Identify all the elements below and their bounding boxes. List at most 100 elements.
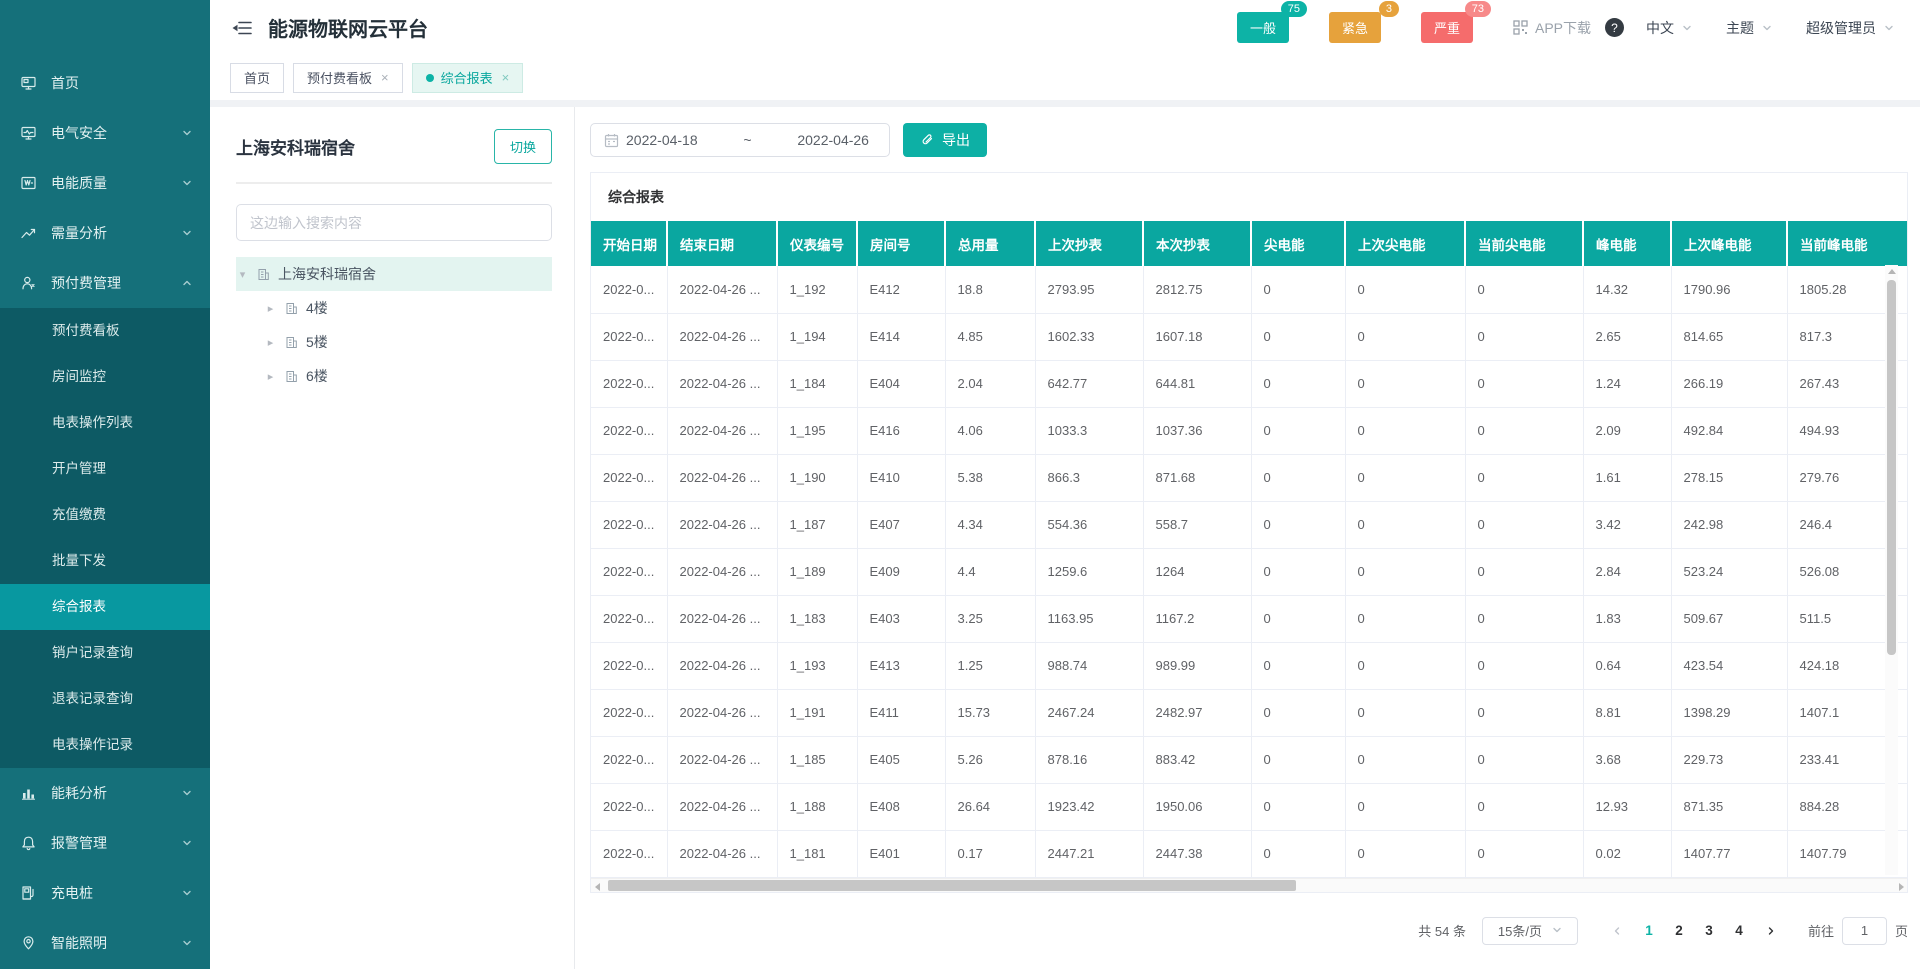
column-header-结束日期[interactable]: 结束日期 bbox=[667, 221, 777, 266]
tab-预付费看板[interactable]: 预付费看板× bbox=[293, 63, 403, 93]
sidebar-subitem-批量下发[interactable]: 批量下发 bbox=[0, 538, 210, 584]
page-number-3[interactable]: 3 bbox=[1694, 923, 1724, 938]
tab-综合报表[interactable]: 综合报表× bbox=[412, 63, 524, 93]
caret-right-icon[interactable]: ▸ bbox=[264, 336, 277, 349]
tree-node-label: 4楼 bbox=[306, 298, 328, 318]
scroll-up-icon[interactable] bbox=[1888, 269, 1896, 274]
table-cell: 0.64 bbox=[1583, 642, 1671, 689]
column-header-尖电能[interactable]: 尖电能 bbox=[1251, 221, 1345, 266]
page-number-2[interactable]: 2 bbox=[1664, 923, 1694, 938]
sidebar-subitem-综合报表[interactable]: 综合报表 bbox=[0, 584, 210, 630]
scroll-right-icon[interactable] bbox=[1899, 883, 1904, 891]
user-dropdown[interactable]: 超级管理员 bbox=[1806, 18, 1894, 38]
sidebar-subitem-开户管理[interactable]: 开户管理 bbox=[0, 446, 210, 492]
horizontal-scroll-thumb[interactable] bbox=[608, 880, 1296, 891]
table-row[interactable]: 2022-0...2022-04-26 ...1_185E4055.26878.… bbox=[591, 736, 1907, 783]
date-end[interactable]: 2022-04-26 bbox=[790, 132, 876, 148]
table-cell: 18.8 bbox=[945, 266, 1035, 313]
table-row[interactable]: 2022-0...2022-04-26 ...1_193E4131.25988.… bbox=[591, 642, 1907, 689]
page-size-select[interactable]: 15条/页 bbox=[1482, 917, 1578, 945]
column-header-房间号[interactable]: 房间号 bbox=[857, 221, 945, 266]
date-range-picker[interactable]: 2022-04-18 ~ 2022-04-26 bbox=[590, 123, 890, 157]
table-row[interactable]: 2022-0...2022-04-26 ...1_187E4074.34554.… bbox=[591, 501, 1907, 548]
sidebar-subitem-电表操作列表[interactable]: 电表操作列表 bbox=[0, 400, 210, 446]
column-header-本次抄表[interactable]: 本次抄表 bbox=[1143, 221, 1251, 266]
alarm-badge-严重[interactable]: 严重73 bbox=[1421, 12, 1473, 43]
scroll-left-icon[interactable] bbox=[595, 883, 600, 891]
column-header-上次尖电能[interactable]: 上次尖电能 bbox=[1345, 221, 1465, 266]
alarm-badge-一般[interactable]: 一般75 bbox=[1237, 12, 1289, 43]
close-icon[interactable]: × bbox=[502, 70, 510, 85]
tree-node-上海安科瑞宿舍[interactable]: ▾上海安科瑞宿舍 bbox=[236, 257, 552, 291]
tree-search-input[interactable] bbox=[236, 204, 552, 241]
sidebar-item-电气安全[interactable]: 电气安全 bbox=[0, 108, 210, 158]
table-row[interactable]: 2022-0...2022-04-26 ...1_192E41218.82793… bbox=[591, 266, 1907, 313]
column-header-当前峰电能[interactable]: 当前峰电能 bbox=[1787, 221, 1907, 266]
table-row[interactable]: 2022-0...2022-04-26 ...1_191E41115.73246… bbox=[591, 689, 1907, 736]
table-row[interactable]: 2022-0...2022-04-26 ...1_184E4042.04642.… bbox=[591, 360, 1907, 407]
help-icon[interactable]: ? bbox=[1605, 18, 1624, 37]
page-title: 能源物联网云平台 bbox=[268, 13, 428, 42]
close-icon[interactable]: × bbox=[381, 70, 389, 85]
table-row[interactable]: 2022-0...2022-04-26 ...1_190E4105.38866.… bbox=[591, 454, 1907, 501]
column-header-仪表编号[interactable]: 仪表编号 bbox=[777, 221, 857, 266]
column-header-上次峰电能[interactable]: 上次峰电能 bbox=[1671, 221, 1787, 266]
sidebar-item-充电桩[interactable]: 充电桩 bbox=[0, 868, 210, 918]
table-cell: 3.25 bbox=[945, 595, 1035, 642]
theme-dropdown[interactable]: 主题 bbox=[1726, 18, 1772, 38]
table-row[interactable]: 2022-0...2022-04-26 ...1_194E4144.851602… bbox=[591, 313, 1907, 360]
page-number-1[interactable]: 1 bbox=[1634, 923, 1664, 938]
column-header-总用量[interactable]: 总用量 bbox=[945, 221, 1035, 266]
sidebar-subitem-退表记录查询[interactable]: 退表记录查询 bbox=[0, 676, 210, 722]
column-header-上次抄表[interactable]: 上次抄表 bbox=[1035, 221, 1143, 266]
column-header-峰电能[interactable]: 峰电能 bbox=[1583, 221, 1671, 266]
table-row[interactable]: 2022-0...2022-04-26 ...1_181E4010.172447… bbox=[591, 830, 1907, 877]
table-row[interactable]: 2022-0...2022-04-26 ...1_188E40826.64192… bbox=[591, 783, 1907, 830]
table-cell: 0 bbox=[1465, 642, 1583, 689]
sidebar-subitem-房间监控[interactable]: 房间监控 bbox=[0, 354, 210, 400]
sidebar-item-预付费管理[interactable]: 预付费管理 bbox=[0, 258, 210, 308]
tab-首页[interactable]: 首页 bbox=[230, 63, 284, 93]
tree-node-6楼[interactable]: ▸6楼 bbox=[236, 359, 552, 393]
tree-node-4楼[interactable]: ▸ 4楼 bbox=[236, 291, 552, 325]
column-header-开始日期[interactable]: 开始日期 bbox=[591, 221, 667, 266]
sidebar-item-智能照明[interactable]: 智能照明 bbox=[0, 918, 210, 968]
building-tree: ▾上海安科瑞宿舍 ▸ 4楼 ▸5楼▸6楼 bbox=[236, 257, 552, 393]
language-dropdown[interactable]: 中文 bbox=[1646, 18, 1692, 38]
sidebar-item-报警管理[interactable]: 报警管理 bbox=[0, 818, 210, 868]
switch-button[interactable]: 切换 bbox=[494, 129, 552, 164]
app-download-link[interactable]: APP下载 bbox=[1513, 18, 1591, 38]
collapse-menu-icon[interactable] bbox=[232, 20, 252, 36]
caret-right-icon[interactable]: ▸ bbox=[264, 302, 277, 315]
sidebar-item-首页[interactable]: 首页 bbox=[0, 58, 210, 108]
next-page-button[interactable] bbox=[1760, 926, 1782, 936]
sidebar-item-电能质量[interactable]: 电能质量 bbox=[0, 158, 210, 208]
tree-node-5楼[interactable]: ▸5楼 bbox=[236, 325, 552, 359]
caret-right-icon[interactable]: ▸ bbox=[264, 370, 277, 383]
alarm-badge-紧急[interactable]: 紧急3 bbox=[1329, 12, 1381, 43]
page-number-4[interactable]: 4 bbox=[1724, 923, 1754, 938]
caret-down-icon[interactable]: ▾ bbox=[236, 268, 249, 281]
date-start[interactable]: 2022-04-18 bbox=[619, 132, 705, 148]
table-cell: E414 bbox=[857, 313, 945, 360]
smart-lighting-icon bbox=[20, 935, 38, 951]
sidebar-item-label: 报警管理 bbox=[51, 833, 107, 853]
vertical-scroll-thumb[interactable] bbox=[1887, 280, 1896, 655]
horizontal-scrollbar[interactable] bbox=[591, 878, 1907, 892]
sidebar-subitem-电表操作记录[interactable]: 电表操作记录 bbox=[0, 722, 210, 768]
sidebar-item-需量分析[interactable]: 需量分析 bbox=[0, 208, 210, 258]
table-row[interactable]: 2022-0...2022-04-26 ...1_195E4164.061033… bbox=[591, 407, 1907, 454]
prev-page-button[interactable] bbox=[1606, 926, 1628, 936]
main-region: 能源物联网云平台 一般75 紧急3 严重73 APP下载 ? 中文 主题 超级管理员 bbox=[210, 0, 1920, 969]
goto-page-input[interactable] bbox=[1842, 917, 1887, 945]
table-row[interactable]: 2022-0...2022-04-26 ...1_189E4094.41259.… bbox=[591, 548, 1907, 595]
sidebar-subitem-销户记录查询[interactable]: 销户记录查询 bbox=[0, 630, 210, 676]
table-cell: 2022-0... bbox=[591, 830, 667, 877]
sidebar-subitem-充值缴费[interactable]: 充值缴费 bbox=[0, 492, 210, 538]
sidebar-subitem-预付费看板[interactable]: 预付费看板 bbox=[0, 308, 210, 354]
table-row[interactable]: 2022-0...2022-04-26 ...1_183E4033.251163… bbox=[591, 595, 1907, 642]
column-header-当前尖电能[interactable]: 当前尖电能 bbox=[1465, 221, 1583, 266]
sidebar-item-能耗分析[interactable]: 能耗分析 bbox=[0, 768, 210, 818]
export-button[interactable]: 导出 bbox=[903, 123, 987, 157]
vertical-scrollbar[interactable] bbox=[1885, 265, 1898, 875]
